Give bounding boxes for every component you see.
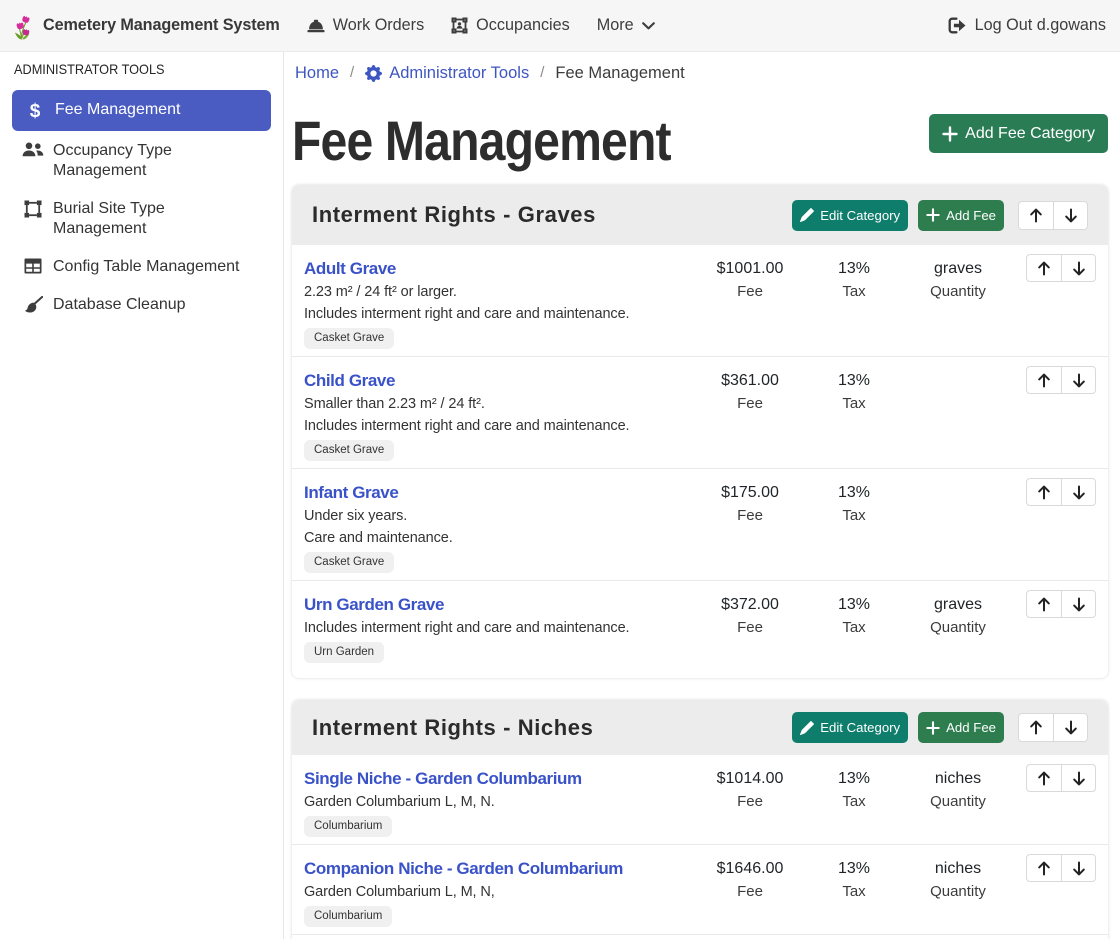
svg-text:$: $	[30, 101, 41, 121]
